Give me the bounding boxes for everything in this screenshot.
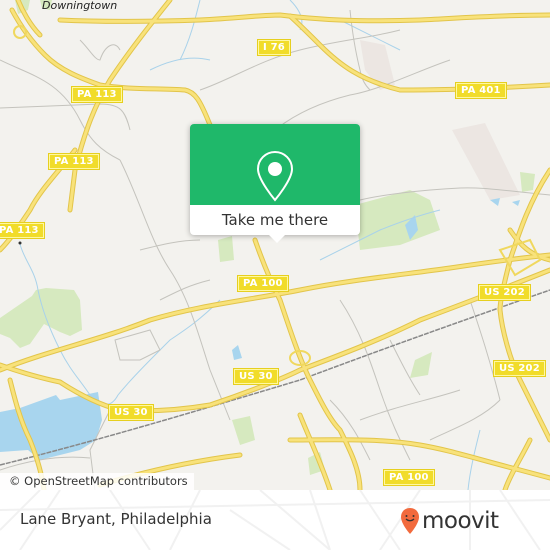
map-tiles <box>0 0 550 490</box>
map-attribution[interactable]: © OpenStreetMap contributors <box>0 473 194 490</box>
moovit-logo[interactable]: moovit <box>400 504 499 538</box>
road-shield-us202: US 202 <box>493 360 546 377</box>
road-shield-us30: US 30 <box>108 404 154 421</box>
park-area <box>410 352 432 378</box>
park-area <box>520 172 535 192</box>
moovit-pin-icon <box>401 508 419 534</box>
road-shield-i76: I 76 <box>257 39 291 56</box>
popup-pointer <box>268 234 286 243</box>
park-area <box>0 288 82 348</box>
road-shield-pa113: PA 113 <box>0 222 45 239</box>
road-shield-pa401: PA 401 <box>455 82 507 99</box>
park-area <box>218 236 234 262</box>
location-title: Lane Bryant, Philadelphia <box>20 510 212 528</box>
road-shield-us30: US 30 <box>233 368 279 385</box>
road-shield-pa100: PA 100 <box>383 469 435 486</box>
take-me-there-button[interactable]: Take me there <box>190 205 360 235</box>
location-dot <box>18 241 22 245</box>
popup-header[interactable] <box>190 124 360 205</box>
take-me-there-popup[interactable]: Take me there <box>190 124 360 235</box>
park-area <box>355 190 440 250</box>
road-shield-pa113: PA 113 <box>48 153 100 170</box>
road-shield-pa100: PA 100 <box>237 275 289 292</box>
road-shield-us202: US 202 <box>478 284 531 301</box>
pond <box>232 345 242 360</box>
road-shield-pa113: PA 113 <box>71 86 123 103</box>
footer: Lane Bryant, Philadelphia moovit <box>0 490 550 550</box>
moovit-wordmark: moovit <box>422 508 499 534</box>
park-area <box>232 416 255 445</box>
place-label-downingtown: Downingtown <box>42 0 118 12</box>
pond <box>512 200 520 206</box>
map[interactable]: Downingtown I 76 PA 401 PA 113 PA 113 PA… <box>0 0 550 490</box>
map-pin-icon <box>256 150 294 202</box>
